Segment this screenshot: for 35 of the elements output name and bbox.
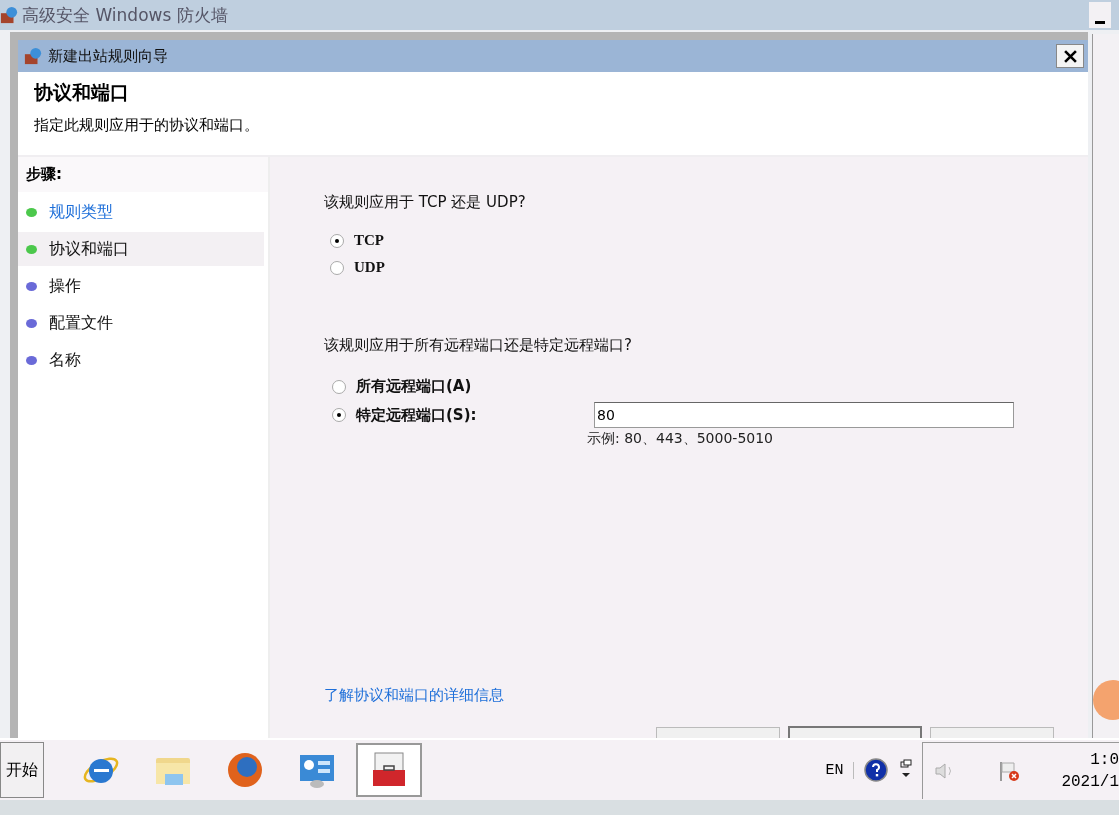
question-text: 该规则应用于 TCP 还是 UDP?	[324, 193, 527, 212]
toolbox-icon[interactable]	[356, 743, 422, 797]
clock-date: 2021/1	[1061, 772, 1119, 791]
firewall-icon	[24, 47, 42, 65]
example-hint: 示例: 80、443、5000-5010	[587, 430, 774, 448]
radio-button[interactable]	[330, 260, 344, 275]
clock-time: 1:0	[1090, 750, 1119, 769]
step-item[interactable]: 操作	[18, 269, 264, 303]
radio-label: UDP	[354, 259, 385, 276]
radio-button[interactable]	[332, 408, 346, 422]
step-item[interactable]: 配置文件	[18, 306, 264, 340]
radio-label: TCP	[354, 232, 384, 249]
close-icon	[1063, 49, 1077, 63]
step-item[interactable]: 协议和端口	[18, 232, 264, 266]
language-indicator[interactable]: EN	[825, 761, 855, 779]
page-heading: 协议和端口	[34, 80, 130, 105]
radio-label: 所有远程端口(A)	[356, 377, 472, 396]
help-icon[interactable]	[864, 758, 889, 782]
close-button[interactable]	[1056, 44, 1084, 68]
window-title: 高级安全 Windows 防火墙	[22, 3, 228, 27]
start-button[interactable]: 开始	[0, 742, 44, 798]
firewall-icon	[0, 6, 18, 24]
steps-title: 步骤:	[18, 157, 268, 192]
minimize-button[interactable]	[1089, 2, 1111, 28]
help-link[interactable]: 了解协议和端口的详细信息	[324, 686, 504, 705]
step-item[interactable]: 名称	[18, 343, 264, 377]
radio-button[interactable]	[332, 379, 346, 394]
step-item[interactable]: 规则类型	[18, 195, 264, 229]
radio-button[interactable]	[330, 233, 344, 248]
port-input-field[interactable]: 80	[594, 402, 1014, 428]
dialog-title: 新建出站规则向导	[48, 46, 168, 66]
radio-label: 特定远程端口(S):	[356, 405, 478, 425]
next-button[interactable]	[788, 726, 922, 738]
question-text: 该规则应用于所有远程端口还是特定远程端口?	[324, 336, 633, 355]
page-description: 指定此规则应用于的协议和端口。	[34, 116, 260, 135]
